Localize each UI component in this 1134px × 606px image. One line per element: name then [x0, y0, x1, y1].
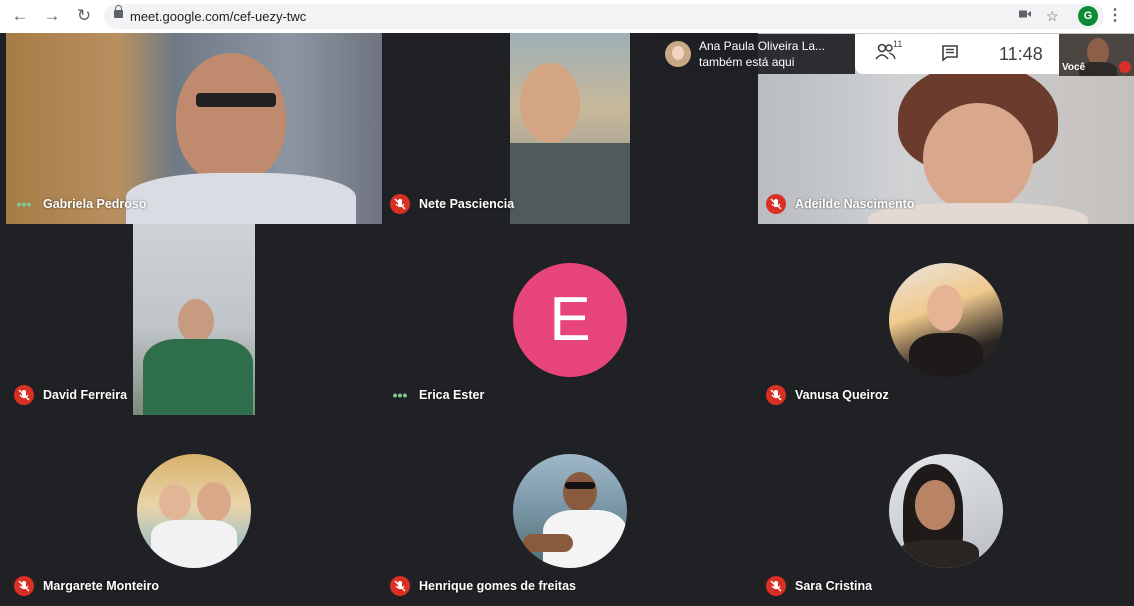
participant-video: [133, 224, 255, 415]
participant-grid: ••• Gabriela Pedroso Nete Pasciencia Ade…: [6, 33, 1134, 606]
participant-name: Gabriela Pedroso: [43, 197, 147, 211]
participant-avatar: [889, 454, 1003, 568]
mic-off-icon: [390, 576, 410, 596]
participant-name: Vanusa Queiroz: [795, 388, 889, 402]
mic-off-icon: [390, 194, 410, 214]
participant-video: [510, 33, 630, 224]
participant-tile[interactable]: Sara Cristina: [758, 415, 1134, 606]
browser-toolbar: ← → ↻ meet.google.com/cef-uezy-twc ☆ G ⋮: [0, 0, 1134, 33]
bookmark-star-icon[interactable]: ☆: [1046, 6, 1059, 27]
mic-off-icon: [766, 576, 786, 596]
people-button[interactable]: 11: [875, 39, 905, 66]
participant-tile[interactable]: Vanusa Queiroz: [758, 224, 1134, 415]
url-text[interactable]: meet.google.com/cef-uezy-twc: [130, 9, 306, 24]
participant-name-row: Sara Cristina: [766, 576, 872, 596]
participant-tile[interactable]: Henrique gomes de freitas: [382, 415, 758, 606]
participant-tile[interactable]: E ••• Erica Ester: [382, 224, 758, 415]
speaking-indicator-icon: •••: [16, 196, 32, 212]
reload-icon[interactable]: ↻: [72, 4, 96, 28]
participant-name: Erica Ester: [419, 388, 485, 402]
participant-name: Margarete Monteiro: [43, 579, 159, 593]
profile-avatar[interactable]: G: [1078, 6, 1098, 26]
participant-name: Sara Cristina: [795, 579, 873, 593]
meeting-info-bar: 11 11:48: [855, 34, 1059, 74]
notification-message: também está aqui: [699, 55, 795, 69]
participant-name-row: ••• Erica Ester: [390, 385, 485, 405]
participant-name-row: ••• Gabriela Pedroso: [14, 194, 147, 214]
participant-name-row: Vanusa Queiroz: [766, 385, 889, 405]
participant-avatar: E: [513, 263, 627, 377]
participant-name-row: Adeilde Nascimento: [766, 194, 914, 214]
participant-name-row: Henrique gomes de freitas: [390, 576, 576, 596]
back-arrow-icon[interactable]: ←: [8, 4, 32, 28]
participant-tile[interactable]: Margarete Monteiro: [6, 415, 382, 606]
participant-avatar: [889, 263, 1003, 377]
camera-icon[interactable]: [1018, 6, 1032, 27]
participant-avatar: [137, 454, 251, 568]
lock-icon: [114, 5, 123, 18]
mic-off-icon: [14, 576, 34, 596]
participant-name: Adeilde Nascimento: [795, 197, 915, 211]
self-view-label: Você: [1062, 62, 1086, 73]
meeting-clock: 11:48: [999, 44, 1043, 64]
notification-avatar: [665, 41, 691, 67]
participant-tile[interactable]: David Ferreira: [6, 224, 382, 415]
join-notification: Ana Paula Oliveira La... também está aqu…: [657, 34, 855, 74]
participant-name-row: David Ferreira: [14, 385, 127, 405]
mic-off-icon: [766, 194, 786, 214]
chat-button[interactable]: [941, 44, 961, 64]
participant-name: Henrique gomes de freitas: [419, 579, 576, 593]
mic-off-icon: [14, 385, 34, 405]
address-bar[interactable]: meet.google.com/cef-uezy-twc ☆: [104, 4, 1104, 29]
notification-name: Ana Paula Oliveira La...: [699, 39, 826, 53]
mic-off-icon: [1119, 61, 1131, 73]
participant-avatar: [513, 454, 627, 568]
more-vert-icon[interactable]: ⋮: [1107, 4, 1123, 28]
participant-name-row: Margarete Monteiro: [14, 576, 159, 596]
participant-name: David Ferreira: [43, 388, 128, 402]
participant-tile[interactable]: ••• Gabriela Pedroso: [6, 33, 382, 224]
participant-name-row: Nete Pasciencia: [390, 194, 514, 214]
speaking-indicator-icon: •••: [392, 387, 408, 403]
participant-name: Nete Pasciencia: [419, 197, 515, 211]
people-count: 11: [893, 39, 903, 49]
self-view-tile[interactable]: Você: [1059, 34, 1134, 76]
chat-icon: [942, 45, 958, 62]
mic-off-icon: [766, 385, 786, 405]
forward-arrow-icon[interactable]: →: [40, 4, 64, 28]
